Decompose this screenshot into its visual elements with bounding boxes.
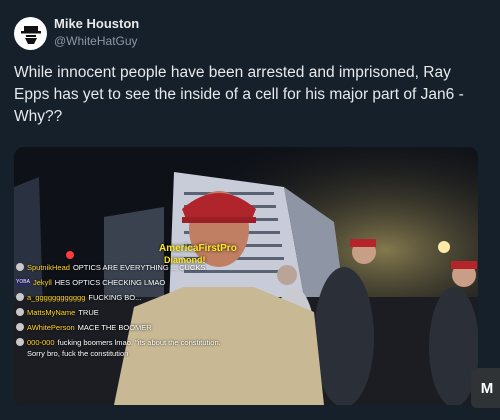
chat-username: SputnikHead bbox=[27, 263, 70, 272]
chat-user-badge: YOBA bbox=[16, 278, 30, 286]
chat-message: YOBA Jekyll HES OPTICS CHECKING LMAO bbox=[16, 277, 226, 288]
chat-user-icon bbox=[16, 338, 24, 346]
chat-text: FUCKING BO... bbox=[88, 293, 142, 302]
tweet-media-video[interactable]: AmericaFirstPro Diamond! SputnikHead OPTI… bbox=[14, 147, 478, 405]
chat-username: AWhitePerson bbox=[27, 323, 75, 332]
chat-message: MattsMyName TRUE bbox=[16, 307, 226, 318]
chat-user-icon bbox=[16, 263, 24, 271]
author-name[interactable]: Mike Houston bbox=[54, 16, 139, 31]
chat-text: HES OPTICS CHECKING LMAO bbox=[54, 278, 166, 287]
overlay-name: AmericaFirstPro bbox=[159, 243, 237, 254]
chat-text: fucking boomers lmao. "its about the con… bbox=[27, 338, 221, 358]
chat-user-icon bbox=[16, 323, 24, 331]
chat-user-icon bbox=[16, 293, 24, 301]
chat-message: SputnikHead OPTICS ARE EVERYTHING ... CUC… bbox=[16, 262, 226, 273]
chat-message: AWhitePerson MACE THE BOOMER bbox=[16, 322, 226, 333]
spy-hat-icon bbox=[20, 25, 41, 44]
chat-text: MACE THE BOOMER bbox=[77, 323, 152, 332]
chat-username: MattsMyName bbox=[27, 308, 76, 317]
author-avatar[interactable] bbox=[14, 17, 47, 50]
chat-username: Jekyll bbox=[33, 278, 52, 287]
chat-user-icon bbox=[16, 308, 24, 316]
tweet-text: While innocent people have been arrested… bbox=[14, 64, 464, 125]
stream-chat: SputnikHead OPTICS ARE EVERYTHING ... CUC… bbox=[16, 262, 226, 363]
chat-username: 000-000 bbox=[27, 338, 55, 347]
author-handle[interactable]: @WhiteHatGuy bbox=[54, 34, 138, 48]
chat-message: 000-000 fucking boomers lmao. "its about … bbox=[16, 337, 226, 359]
chat-text: OPTICS ARE EVERYTHING ... CUCKS bbox=[72, 263, 206, 272]
more-button[interactable]: M bbox=[471, 368, 500, 408]
chat-message: a_gggggggggggg FUCKING BO... bbox=[16, 292, 226, 303]
chat-username: a_gggggggggggg bbox=[27, 293, 86, 302]
chat-text: TRUE bbox=[78, 308, 99, 317]
